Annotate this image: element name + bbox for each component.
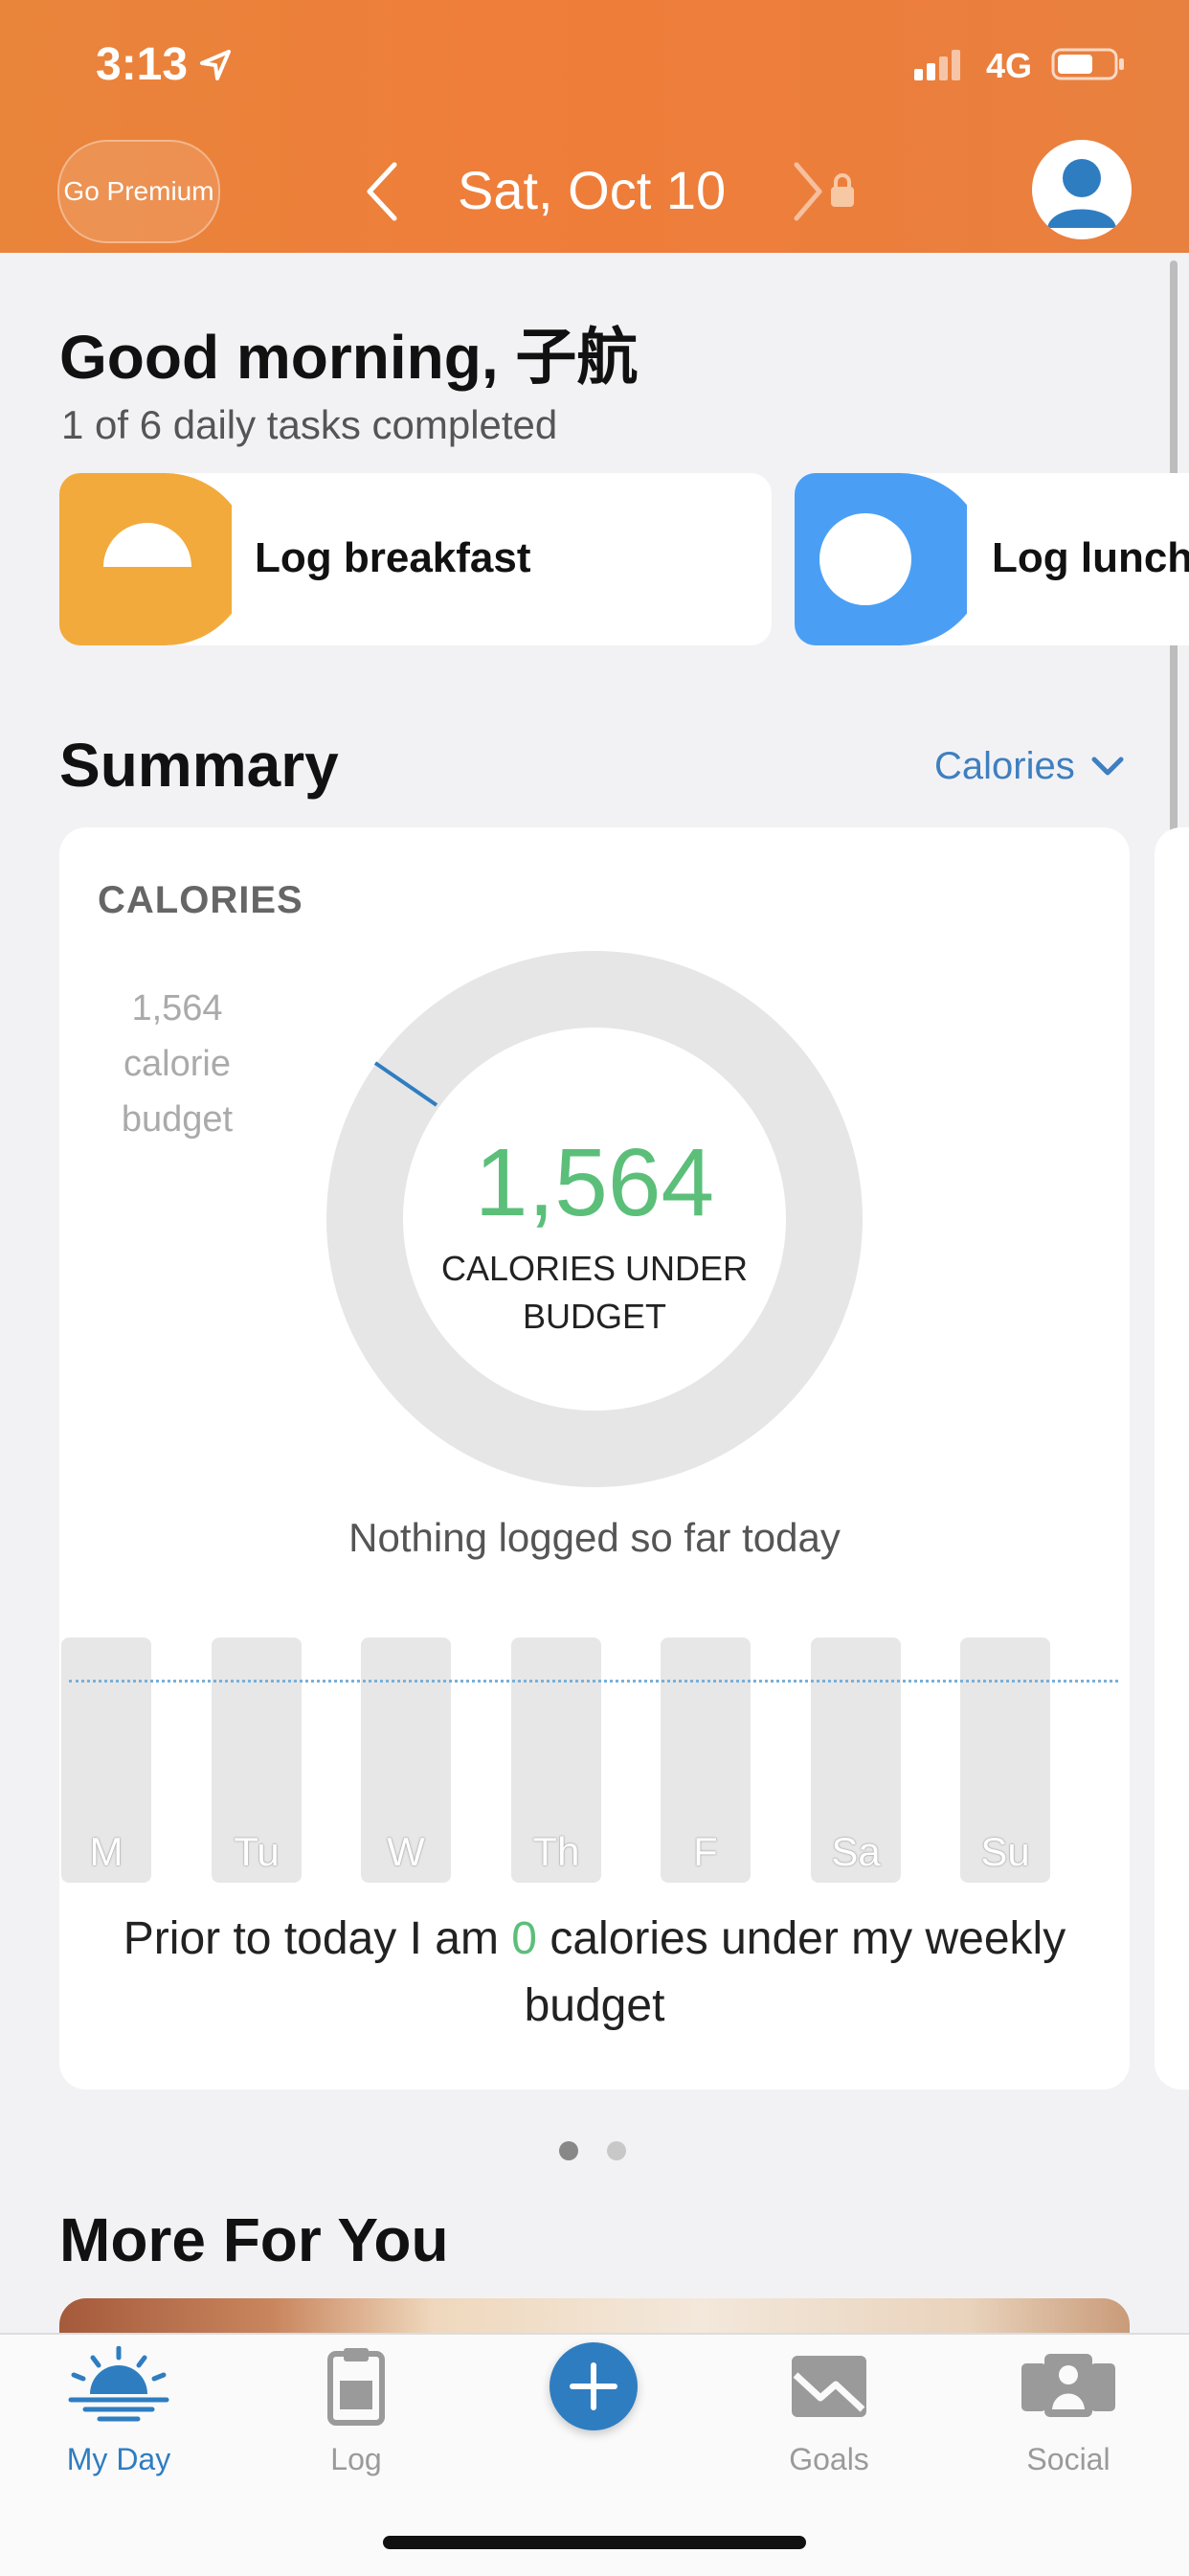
day-label: F	[693, 1829, 718, 1874]
battery-icon	[1051, 48, 1124, 80]
day-label: Su	[980, 1829, 1030, 1874]
chevron-down-icon	[1091, 757, 1124, 775]
day-bar: Th	[511, 1638, 601, 1883]
task-label: Log breakfast	[255, 534, 531, 581]
previous-day-icon[interactable]	[362, 161, 400, 222]
metric-dropdown-label: Calories	[934, 745, 1075, 787]
clipboard-icon	[327, 2348, 385, 2426]
weekly-budget-sentence: Prior to today I am 0 calories under my …	[115, 1906, 1074, 2040]
chart-icon	[792, 2356, 866, 2417]
half-sun-icon	[59, 473, 232, 645]
task-card-lunch[interactable]: Log lunch	[795, 473, 1189, 645]
page-indicator[interactable]	[559, 2141, 636, 2160]
network-type: 4G	[986, 46, 1033, 85]
add-entry-button[interactable]	[550, 2342, 638, 2430]
page-dot[interactable]	[607, 2141, 626, 2160]
calories-remaining-value: 1,564	[474, 1129, 715, 1236]
day-label: Tu	[234, 1829, 280, 1874]
next-day-icon[interactable]	[791, 161, 825, 222]
user-icon	[1047, 159, 1116, 228]
more-for-you-title: More For You	[59, 2205, 449, 2274]
go-premium-button[interactable]: Go Premium	[57, 140, 220, 243]
tab-label: Log	[330, 2442, 382, 2476]
weekly-value: 0	[511, 1913, 537, 1964]
sunrise-icon	[68, 2346, 169, 2422]
budget-line	[69, 1680, 1118, 1683]
lock-icon	[831, 173, 854, 207]
people-icon	[1021, 2354, 1115, 2417]
empty-log-message: Nothing logged so far today	[348, 1515, 841, 1560]
day-bar: Su	[960, 1638, 1050, 1883]
tab-label: Social	[1026, 2442, 1110, 2476]
sun-icon	[795, 473, 967, 645]
profile-avatar[interactable]	[1032, 140, 1132, 239]
task-card-breakfast[interactable]: Log breakfast	[59, 473, 772, 645]
location-arrow-icon	[200, 50, 231, 80]
selected-date[interactable]: Sat, Oct 10	[458, 159, 726, 221]
greeting-title: Good morning, 子航	[59, 323, 639, 392]
day-bar: Sa	[811, 1638, 901, 1883]
plus-icon	[570, 2362, 617, 2410]
summary-title: Summary	[59, 731, 339, 800]
tab-social[interactable]: Social	[963, 2346, 1174, 2480]
tab-goals[interactable]: Goals	[724, 2346, 934, 2480]
page-dot[interactable]	[559, 2141, 578, 2160]
weekly-suffix: calories under my weekly budget	[524, 1913, 1066, 2031]
day-bar: M	[61, 1638, 151, 1883]
day-label: M	[89, 1829, 123, 1874]
calories-remaining-label: CALORIES UNDER BUDGET	[440, 1249, 749, 1336]
tab-label: Goals	[789, 2442, 869, 2476]
status-time: 3:13	[96, 39, 189, 90]
calorie-budget-note: 1,564 calorie budget	[121, 988, 234, 1140]
day-label: Th	[532, 1829, 580, 1874]
day-bar: Tu	[212, 1638, 302, 1883]
card-heading: CALORIES	[98, 879, 303, 921]
next-summary-card[interactable]	[1155, 827, 1189, 2090]
day-bar: W	[361, 1638, 451, 1883]
tab-log[interactable]: Log	[251, 2346, 461, 2480]
tab-my-day[interactable]: My Day	[13, 2346, 224, 2480]
tasks-progress: 1 of 6 daily tasks completed	[61, 402, 558, 447]
day-label: W	[387, 1829, 425, 1874]
weekly-bars: M Tu W Th F Sa Su	[61, 1638, 1120, 1887]
task-label: Log lunch	[992, 534, 1189, 581]
tab-label: My Day	[66, 2442, 171, 2476]
day-label: Sa	[831, 1829, 881, 1874]
signal-icon	[914, 50, 960, 80]
metric-dropdown[interactable]: Calories	[934, 745, 1125, 788]
home-indicator	[383, 2536, 806, 2549]
weekly-prefix: Prior to today I am	[123, 1913, 499, 1964]
day-bar: F	[661, 1638, 751, 1883]
